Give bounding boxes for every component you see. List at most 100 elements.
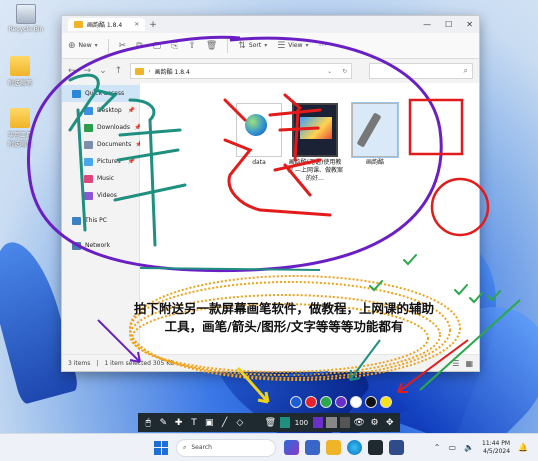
desktop-icon-label: 附送画笔 <box>7 80 32 87</box>
refresh-icon[interactable]: ↻ <box>342 68 347 75</box>
store-icon[interactable] <box>389 440 404 455</box>
color-swatch[interactable] <box>350 396 362 408</box>
paste-icon[interactable]: ▢ <box>153 41 162 51</box>
color-swatch[interactable] <box>320 396 332 408</box>
large-icons-view-icon[interactable]: ▦ <box>465 359 473 368</box>
desktop-icon-folder[interactable]: 附送画笔 <box>0 56 42 87</box>
network-icon[interactable]: ▭ <box>449 443 457 452</box>
sidebar-item-network[interactable]: Network <box>62 237 139 254</box>
eraser-icon[interactable]: ◇ <box>234 416 246 429</box>
sort-label: Sort <box>248 42 262 49</box>
task-view-icon[interactable] <box>284 440 299 455</box>
folder-icon <box>135 67 145 75</box>
desktop-icon-recycle-bin[interactable]: Recycle Bin <box>4 4 48 33</box>
settings-gear-icon[interactable]: ⚙ <box>368 416 380 429</box>
cut-icon[interactable]: ✂ <box>119 41 127 51</box>
folder-icon <box>10 108 30 128</box>
sidebar-item-quick-access[interactable]: Quick access <box>62 85 139 102</box>
image-icon[interactable]: ▣ <box>203 416 215 429</box>
pin-icon[interactable]: 📌 <box>128 158 135 165</box>
address-bar[interactable]: › 画韵酷 1.8.4 ⌄ ↻ <box>130 63 353 79</box>
breadcrumb-current[interactable]: 画韵酷 1.8.4 <box>155 67 190 76</box>
recycle-bin-icon <box>16 4 36 24</box>
desktop-icon <box>84 106 93 115</box>
minimize-icon[interactable]: — <box>423 20 431 29</box>
edge-browser-icon[interactable] <box>347 440 362 455</box>
desktop-icon-folder[interactable]: 实用工具 附送画笔 <box>0 108 42 148</box>
drag-handle-icon[interactable]: ✥ <box>384 416 396 429</box>
sidebar-item-documents[interactable]: Documents 📌 <box>62 136 143 153</box>
color-swatch[interactable] <box>365 396 377 408</box>
up-icon[interactable]: ↑ <box>115 66 123 76</box>
notification-bell-icon[interactable]: 🔔 <box>518 443 528 452</box>
mouse-pointer-icon[interactable]: 🖱 <box>142 416 154 429</box>
sidebar-item-downloads[interactable]: Downloads 📌 <box>62 119 141 136</box>
rename-icon[interactable]: ⎘ <box>171 41 178 51</box>
item-count: 3 items <box>68 359 91 367</box>
new-button[interactable]: ⊕ New ▾ <box>68 41 98 51</box>
sort-button[interactable]: ⇅ Sort ▾ <box>238 41 267 51</box>
widgets-icon[interactable] <box>305 440 320 455</box>
opacity-icon[interactable] <box>339 417 351 428</box>
pictures-icon <box>84 157 93 166</box>
documents-icon <box>84 140 93 149</box>
close-tab-icon[interactable]: ✕ <box>134 21 139 28</box>
chevron-down-icon[interactable]: ⌄ <box>327 68 332 75</box>
pen-app-icon[interactable] <box>368 440 383 455</box>
color-swatch[interactable] <box>380 396 392 408</box>
file-explorer-icon[interactable] <box>326 440 341 455</box>
copy-icon[interactable]: ⧉ <box>136 41 142 51</box>
toolbar-divider <box>107 38 109 53</box>
file-name: 画韵酷(无语)使用教程 —上网课、做教案的好… <box>287 159 343 182</box>
new-tab-icon[interactable]: + <box>149 20 157 30</box>
forward-icon[interactable]: → <box>84 66 92 76</box>
chevron-up-icon[interactable]: ⌃ <box>434 443 441 452</box>
color-swatch[interactable] <box>290 396 302 408</box>
view-button[interactable]: ☰ View ▾ <box>277 41 308 51</box>
stroke-style-icon[interactable] <box>312 417 324 428</box>
text-icon[interactable]: T <box>188 416 200 429</box>
pen-icon[interactable]: ✎ <box>157 416 169 429</box>
address-row: ← → ⌄ ↑ › 画韵酷 1.8.4 ⌄ ↻ ⌕ <box>62 59 479 83</box>
close-window-icon[interactable]: ✕ <box>466 20 473 29</box>
file-item-video[interactable]: 画韵酷(无语)使用教程 —上网课、做教案的好… <box>286 103 344 183</box>
move-icon[interactable]: ✚ <box>173 416 185 429</box>
maximize-icon[interactable]: ☐ <box>445 20 452 29</box>
file-item-tool[interactable]: 画韵酷 <box>346 102 404 167</box>
visibility-eye-icon[interactable]: 👁 <box>353 416 365 429</box>
current-color-swatch[interactable] <box>279 417 290 428</box>
brush-size-value[interactable]: 100 <box>293 416 310 429</box>
more-options-button[interactable]: ··· <box>319 41 328 51</box>
trash-icon[interactable]: 🗑 <box>264 416 276 429</box>
file-name: 画韵酷 <box>365 159 384 166</box>
recent-locations-icon[interactable]: ⌄ <box>99 66 107 76</box>
sidebar-item-music[interactable]: Music <box>62 170 139 187</box>
volume-icon[interactable]: 🔈 <box>464 443 474 452</box>
share-icon[interactable]: ⇪ <box>188 41 196 51</box>
search-input[interactable]: ⌕ <box>369 63 473 79</box>
sidebar-item-label: Videos <box>97 192 117 199</box>
clock[interactable]: 11:44 PM 4/5/2024 <box>482 440 510 456</box>
clock-time: 11:44 PM <box>482 439 511 447</box>
chevron-down-icon: ▾ <box>305 42 309 49</box>
color-swatch[interactable] <box>305 396 317 408</box>
sidebar-item-label: Network <box>85 242 111 249</box>
sidebar-item-this-pc[interactable]: This PC <box>62 212 139 229</box>
color-swatch[interactable] <box>335 396 347 408</box>
delete-icon[interactable]: 🗑 <box>206 41 217 51</box>
taskbar-search-box[interactable]: ⌕ Search <box>176 438 276 457</box>
fill-style-icon[interactable] <box>326 417 337 428</box>
chevron-down-icon: ▾ <box>264 42 268 49</box>
back-icon[interactable]: ← <box>68 66 76 76</box>
details-view-icon[interactable]: ☰ <box>452 359 459 368</box>
start-windows-icon[interactable] <box>154 440 168 455</box>
sidebar-item-pictures[interactable]: Pictures 📌 <box>62 153 139 170</box>
sidebar-item-desktop[interactable]: Desktop 📌 <box>62 102 139 119</box>
folder-icon <box>10 56 30 76</box>
sidebar-item-videos[interactable]: Videos <box>62 187 139 204</box>
line-icon[interactable]: ╱ <box>218 416 230 429</box>
window-tab[interactable]: 画韵酷 1.8.4 ✕ <box>68 18 146 31</box>
pin-icon[interactable]: 📌 <box>128 107 135 114</box>
file-item-data[interactable]: data <box>230 103 288 167</box>
